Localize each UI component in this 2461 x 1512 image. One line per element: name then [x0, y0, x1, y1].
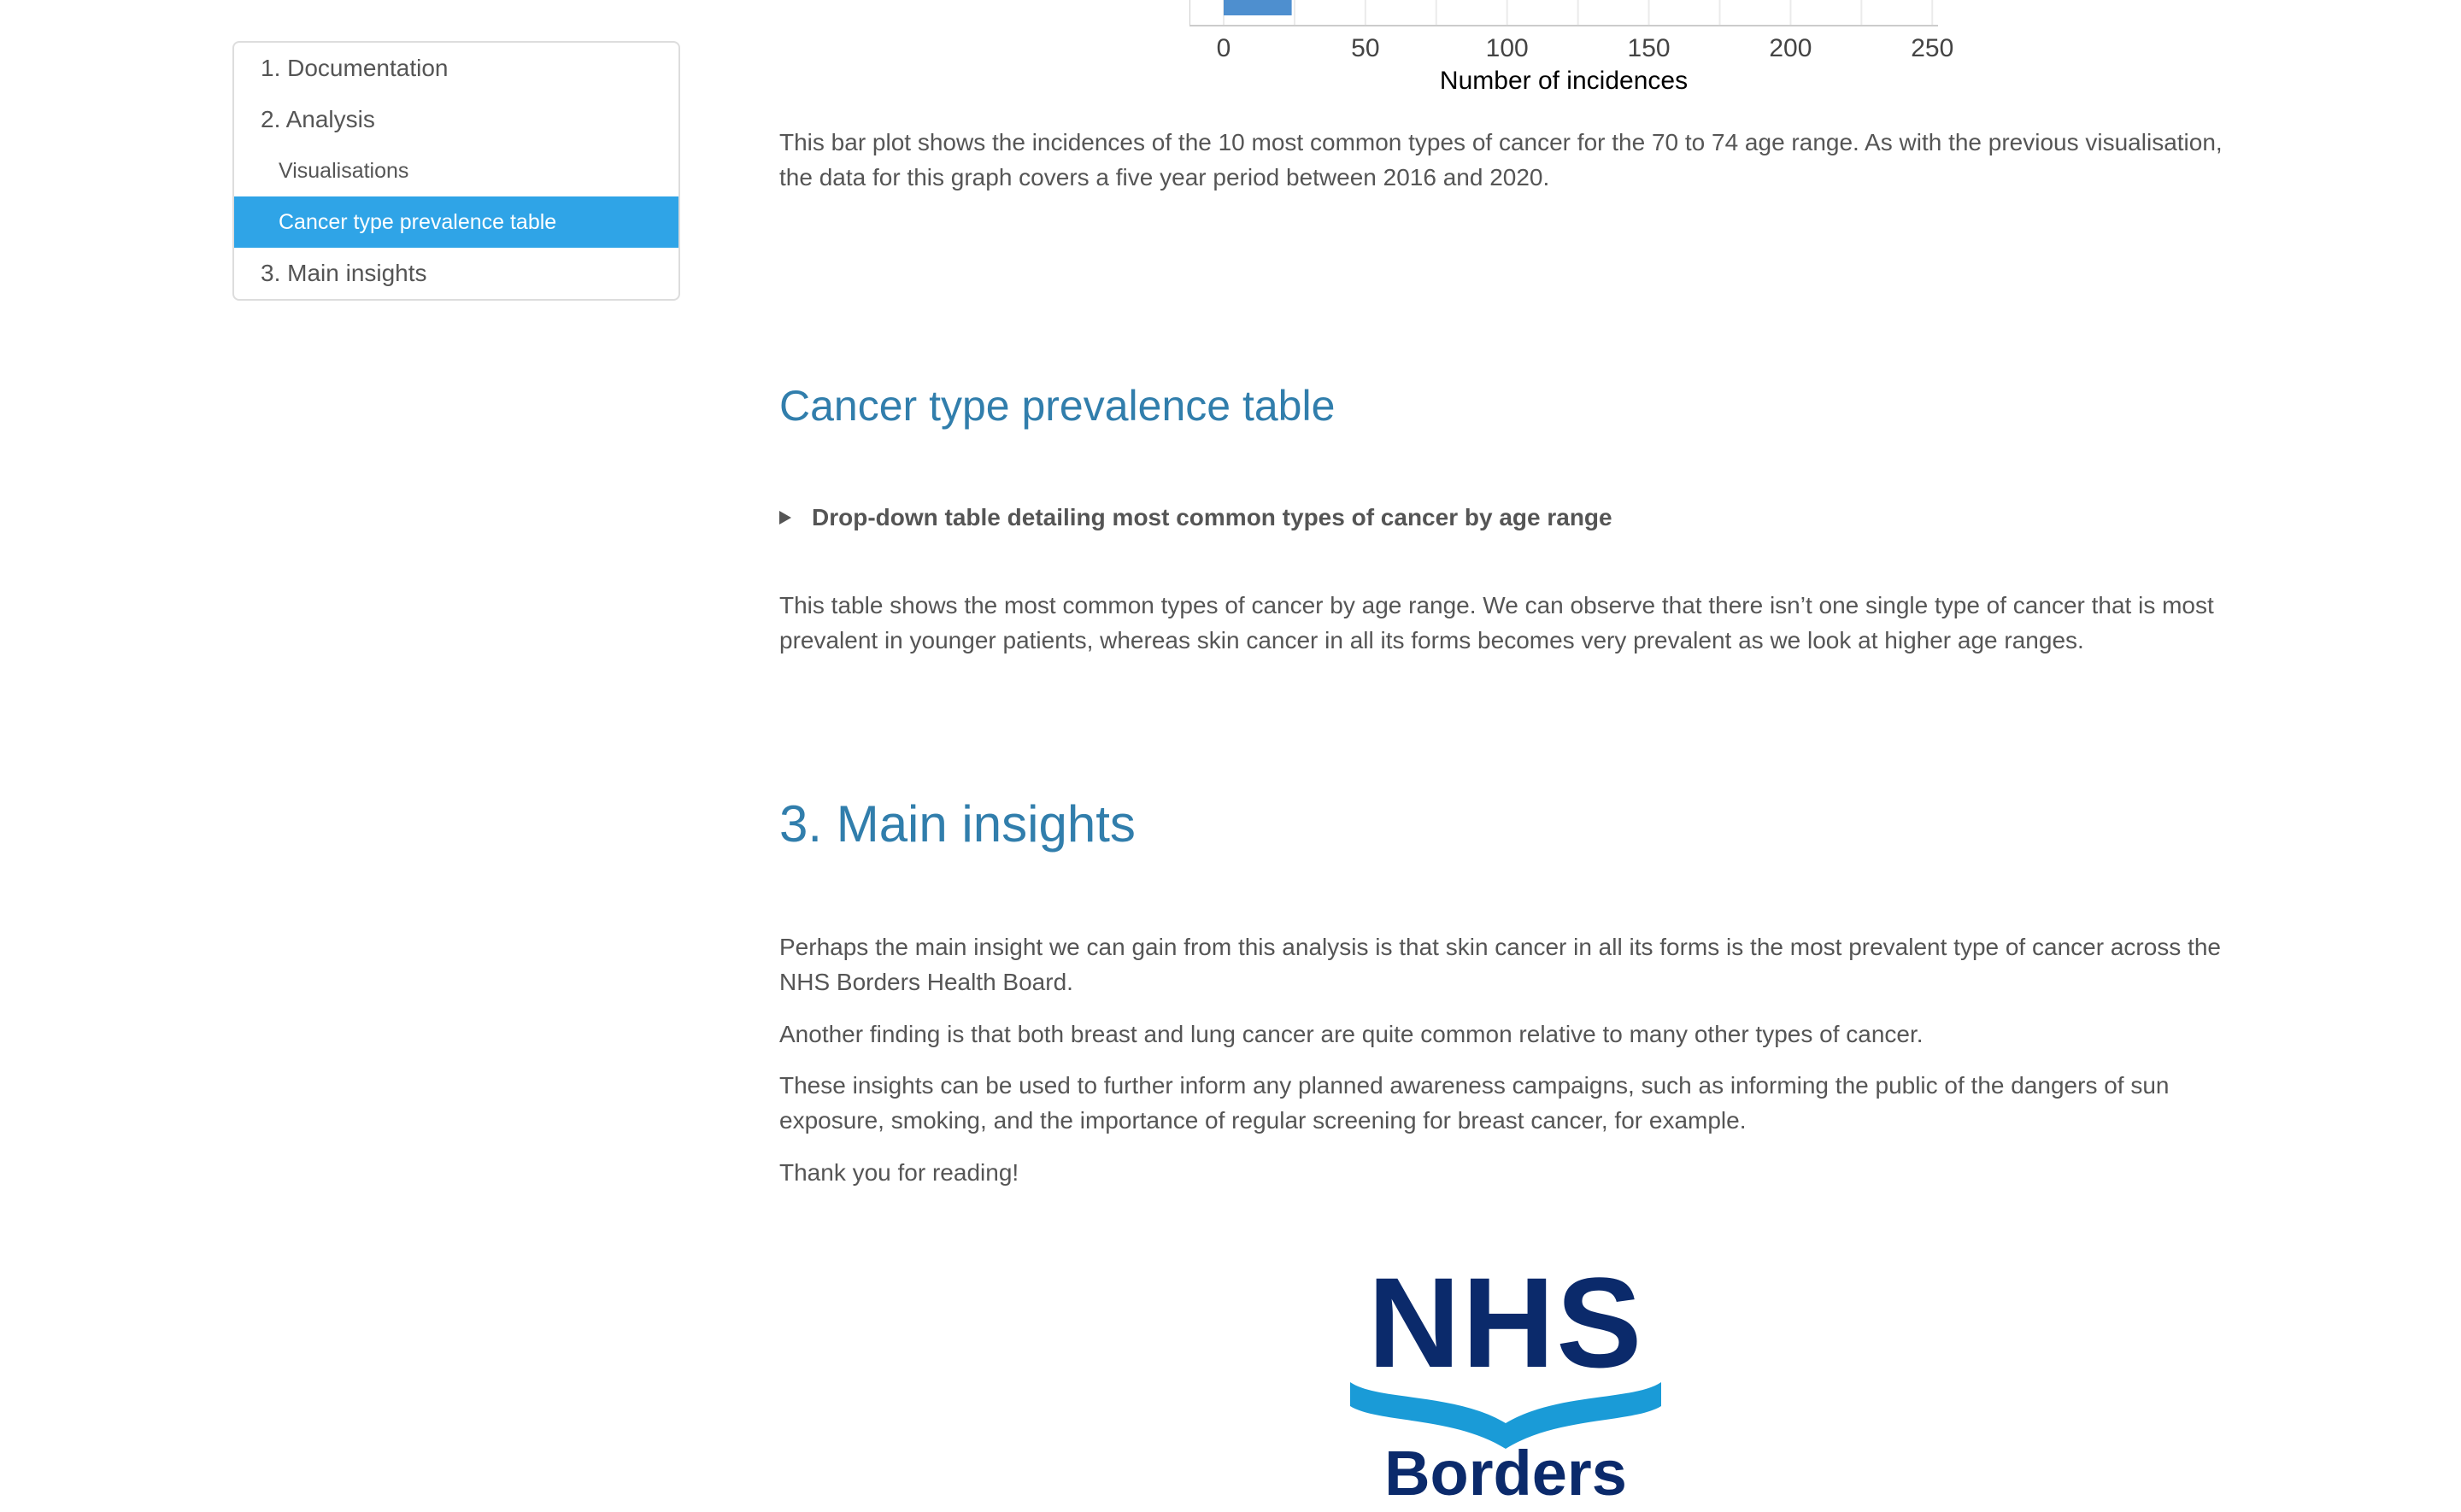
toc-item-main-insights[interactable]: 3. Main insights — [234, 248, 678, 299]
table-caption: This table shows the most common types o… — [779, 592, 2214, 653]
insight-paragraph-1: Perhaps the main insight we can gain fro… — [779, 934, 2221, 995]
toc-item-visualisations[interactable]: Visualisations — [234, 145, 678, 196]
thank-you-text: Thank you for reading! — [779, 1159, 1019, 1186]
x-tick-label: 100 — [1486, 34, 1529, 62]
x-tick-label: 150 — [1628, 34, 1671, 62]
logo-borders-text: Borders — [1384, 1438, 1627, 1509]
logo-nhs-text: NHS — [1368, 1256, 1644, 1394]
x-tick-label: 250 — [1911, 34, 1953, 62]
chart-grid — [1223, 0, 1934, 26]
toc-item-cancer-type-prevalence-table[interactable]: Cancer type prevalence table — [234, 196, 678, 248]
bar — [1224, 0, 1292, 15]
dropdown-summary: Drop-down table detailing most common ty… — [812, 504, 1612, 530]
toc-item-documentation[interactable]: 1. Documentation — [234, 43, 678, 94]
x-tick-labels: 0 50 100 150 200 250 — [1217, 34, 1954, 62]
bar-chart-fragment: 0 50 100 150 200 250 Number of incidences — [1189, 0, 1954, 95]
disclosure-triangle-icon — [779, 511, 791, 525]
table-of-contents: 1. Documentation 2. Analysis Visualisati… — [232, 41, 680, 301]
insight-paragraph-3: These insights can be used to further in… — [779, 1072, 2170, 1134]
x-tick-label: 0 — [1217, 34, 1231, 62]
x-tick-label: 200 — [1769, 34, 1812, 62]
nhs-borders-logo: NHS Borders — [1350, 1256, 1661, 1509]
chart-caption: This bar plot shows the incidences of th… — [779, 129, 2223, 190]
x-axis-label: Number of incidences — [1440, 67, 1688, 95]
x-tick-label: 50 — [1351, 34, 1379, 62]
chart-bars — [1224, 0, 1292, 15]
section-heading-prevalence-table: Cancer type prevalence table — [779, 382, 1336, 430]
insight-paragraph-2: Another finding is that both breast and … — [779, 1021, 1924, 1047]
section-heading-main-insights: 3. Main insights — [779, 795, 1136, 853]
dropdown-table-toggle[interactable]: Drop-down table detailing most common ty… — [779, 504, 1612, 531]
main-content: 0 50 100 150 200 250 Number of incidences Thi… — [779, 0, 2232, 1509]
toc-item-analysis[interactable]: 2. Analysis — [234, 94, 678, 145]
